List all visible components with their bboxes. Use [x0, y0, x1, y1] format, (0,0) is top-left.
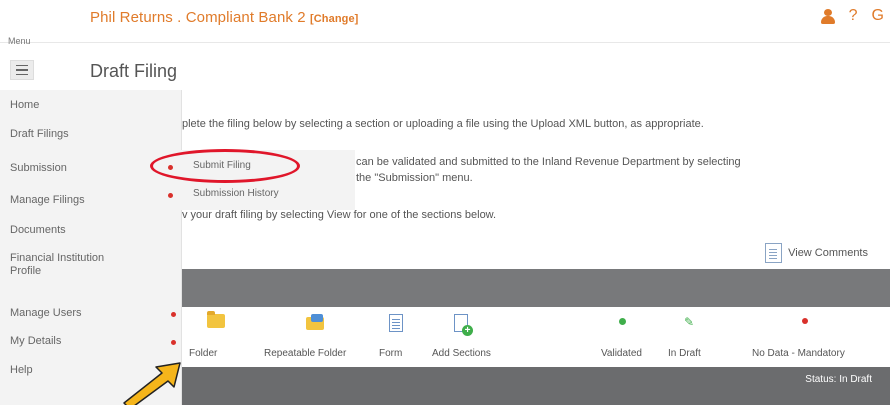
submission-history-bullet-icon: [168, 193, 173, 198]
legend-form: [389, 314, 403, 332]
header-icons: ? G: [820, 7, 884, 25]
instruction-line-4: v your draft filing by selecting View fo…: [182, 209, 497, 221]
legend-in-draft: ✎: [684, 316, 694, 328]
legend-folder-label: Folder: [189, 348, 218, 359]
legend-repeatable-folder: [306, 314, 325, 330]
legend-mandatory: [802, 318, 808, 324]
sidebar: Home Draft Filings Submission Manage Fil…: [0, 90, 182, 405]
instruction-line-1: plete the filing below by selecting a se…: [182, 118, 704, 130]
app-title: Phil Returns . Compliant Bank 2 [Change]: [90, 9, 358, 26]
hamburger-menu-icon[interactable]: [10, 60, 34, 80]
help-icon[interactable]: ?: [849, 7, 858, 25]
table-header-bar: Status: In Draft: [182, 367, 890, 405]
user-icon[interactable]: [820, 8, 835, 24]
legend-add-sections: [454, 314, 473, 336]
sidebar-item-label: Financial Institution: [10, 252, 105, 264]
view-comments-button[interactable]: View Comments: [765, 243, 868, 263]
manage-users-indicator-icon: [171, 312, 176, 317]
mandatory-dot-icon: [802, 318, 808, 324]
status-column-header: Status: In Draft: [805, 374, 872, 385]
view-comments-label: View Comments: [788, 247, 868, 259]
sidebar-item-help[interactable]: Help: [10, 364, 33, 377]
settings-icon[interactable]: G: [872, 7, 884, 25]
repeatable-folder-icon: [306, 314, 325, 330]
highlight-annotation: [150, 149, 300, 183]
sidebar-item-home[interactable]: Home: [10, 99, 39, 112]
instruction-line-2: can be validated and submitted to the In…: [356, 156, 741, 168]
sidebar-item-documents[interactable]: Documents: [10, 224, 66, 237]
header-divider: [0, 42, 890, 43]
change-link[interactable]: [Change]: [310, 13, 358, 25]
sidebar-item-manage-filings[interactable]: Manage Filings: [10, 194, 85, 207]
my-details-indicator-icon: [171, 340, 176, 345]
sidebar-item-my-details[interactable]: My Details: [10, 335, 61, 348]
legend-form-label: Form: [379, 348, 403, 359]
validated-dot-icon: [619, 318, 626, 325]
legend-validated: [619, 318, 626, 325]
instruction-line-3: the "Submission" menu.: [356, 172, 473, 184]
sidebar-item-submission[interactable]: Submission: [10, 162, 67, 175]
submenu-item-submission-history[interactable]: Submission History: [193, 188, 279, 199]
folder-icon: [207, 311, 225, 328]
bank-name: Phil Returns . Compliant Bank 2: [90, 9, 306, 26]
legend-validated-label: Validated: [601, 348, 642, 359]
legend-folder: [207, 311, 225, 328]
legend-add-sections-label: Add Sections: [432, 348, 491, 359]
page-title: Draft Filing: [90, 61, 178, 81]
section-header-bar: [182, 269, 890, 307]
add-section-icon: [454, 314, 473, 336]
legend-in-draft-label: In Draft: [668, 348, 701, 359]
legend-mandatory-label: No Data - Mandatory: [752, 348, 845, 359]
sidebar-item-label-line2: Profile: [10, 265, 42, 277]
pencil-icon: ✎: [684, 315, 695, 329]
legend-repeatable-folder-label: Repeatable Folder: [264, 348, 347, 359]
document-icon: [765, 243, 783, 263]
sidebar-item-financial-institution-profile[interactable]: Financial Institution Profile: [10, 252, 150, 278]
sidebar-item-manage-users[interactable]: Manage Users: [10, 307, 82, 320]
arrow-annotation-icon: [123, 362, 181, 405]
form-icon: [389, 314, 403, 332]
menu-label: Menu: [8, 36, 31, 46]
sidebar-item-draft-filings[interactable]: Draft Filings: [10, 128, 69, 141]
